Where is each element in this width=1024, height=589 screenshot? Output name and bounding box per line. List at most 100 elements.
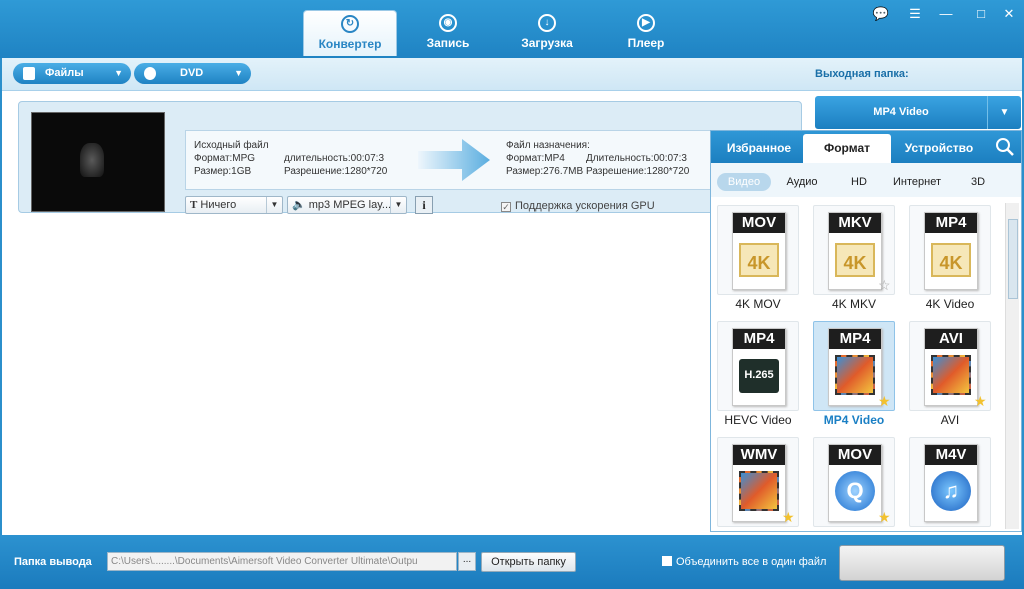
tab-format[interactable]: Формат bbox=[803, 134, 891, 163]
tab-converter[interactable]: ↻ Конвертер bbox=[303, 10, 397, 56]
chevron-down-icon[interactable]: ▼ bbox=[987, 96, 1021, 129]
tab-device[interactable]: Устройство bbox=[895, 134, 983, 163]
file-icon: WMV bbox=[732, 444, 786, 522]
checkbox-icon[interactable] bbox=[662, 556, 672, 566]
checkbox-icon[interactable]: ✓ bbox=[501, 202, 511, 212]
format-name: 4K MKV bbox=[831, 297, 876, 311]
menu-icon[interactable]: ☰ bbox=[906, 6, 924, 22]
play-icon: ▶ bbox=[637, 14, 655, 32]
source-format: Формат:MPG bbox=[194, 153, 256, 164]
file-icon: AVI bbox=[924, 328, 978, 406]
favorite-star-icon[interactable]: ★ bbox=[878, 394, 892, 408]
source-resolution: Разрешение:1280*720 bbox=[284, 166, 388, 177]
format-tile[interactable]: MOV Q ★ bbox=[813, 437, 895, 527]
format-panel: Избранное Формат Устройство Видео Аудио … bbox=[710, 130, 1022, 532]
format-item[interactable]: MOV 4K 4K MOV bbox=[715, 203, 801, 315]
format-item[interactable]: AVI ★ AVI bbox=[907, 319, 993, 431]
close-button[interactable]: ✕ bbox=[1000, 6, 1018, 22]
add-files-button[interactable]: Файлы ▼ bbox=[13, 63, 131, 84]
output-folder-label: Выходная папка: bbox=[815, 68, 909, 80]
dest-size: Размер:276.7MB bbox=[506, 166, 584, 177]
favorite-star-icon[interactable]: ★ bbox=[974, 394, 988, 408]
favorite-star-icon[interactable]: ☆ bbox=[878, 278, 892, 292]
tab-label: Плеер bbox=[627, 36, 665, 50]
format-tile[interactable]: MKV 4K ☆ bbox=[813, 205, 895, 295]
format-tile[interactable]: WMV ★ bbox=[717, 437, 799, 527]
chevron-down-icon[interactable]: ▼ bbox=[390, 197, 406, 213]
favorite-star-icon[interactable]: ★ bbox=[782, 510, 796, 524]
tab-player[interactable]: ▶ Плеер bbox=[606, 10, 686, 56]
scrollbar[interactable] bbox=[1005, 203, 1019, 529]
tab-download[interactable]: ↓ Загрузка bbox=[506, 10, 588, 56]
dest-resolution: Разрешение:1280*720 bbox=[586, 166, 690, 177]
file-icon: MP4 bbox=[828, 328, 882, 406]
hevc-badge-icon: H.265 bbox=[739, 359, 779, 393]
format-tile[interactable]: MP4 H.265 bbox=[717, 321, 799, 411]
merge-checkbox[interactable]: Объединить все в один файл bbox=[662, 556, 826, 568]
film-collage-icon bbox=[739, 471, 779, 511]
format-band: WMV bbox=[733, 445, 785, 465]
subtab-hd[interactable]: HD bbox=[841, 173, 877, 191]
format-item[interactable]: WMV ★ bbox=[715, 435, 801, 529]
video-thumbnail[interactable] bbox=[31, 112, 165, 212]
format-item[interactable]: MP4 H.265 HEVC Video bbox=[715, 319, 801, 431]
subtitle-value: Ничего bbox=[200, 199, 237, 211]
output-format-name: MP4 Video bbox=[873, 106, 929, 118]
load-dvd-label: DVD bbox=[180, 67, 204, 79]
format-tile[interactable]: MOV 4K bbox=[717, 205, 799, 295]
output-path-field[interactable]: C:\Users\........\Documents\Aimersoft Vi… bbox=[107, 552, 457, 571]
format-item[interactable]: MOV Q ★ bbox=[811, 435, 897, 529]
open-folder-button[interactable]: Открыть папку bbox=[481, 552, 576, 572]
tab-label: Конвертер bbox=[318, 37, 382, 51]
subtab-3d[interactable]: 3D bbox=[963, 173, 993, 191]
format-item[interactable]: MP4 ★ MP4 Video bbox=[811, 319, 897, 431]
format-item[interactable]: M4V ♫ bbox=[907, 435, 993, 529]
tab-label: Запись bbox=[426, 36, 470, 50]
text-icon: T bbox=[190, 199, 198, 211]
subtab-internet[interactable]: Интернет bbox=[887, 173, 947, 191]
tab-favorites[interactable]: Избранное bbox=[715, 134, 803, 163]
info-button[interactable]: i bbox=[415, 196, 433, 214]
thumbnail-figure bbox=[80, 143, 104, 177]
format-item[interactable]: MKV 4K ☆ 4K MKV bbox=[811, 203, 897, 315]
add-files-label: Файлы bbox=[45, 67, 84, 79]
add-file-icon bbox=[23, 67, 35, 80]
format-tile[interactable]: MP4 ★ bbox=[813, 321, 895, 411]
app-window: 💬 ☰ — □ ✕ ↻ Конвертер ◉ Запись ↓ Загрузк… bbox=[0, 0, 1024, 589]
tab-label: Загрузка bbox=[521, 36, 573, 50]
file-icon: MP4 H.265 bbox=[732, 328, 786, 406]
chevron-down-icon[interactable]: ▼ bbox=[114, 63, 123, 84]
subtab-audio[interactable]: Аудио bbox=[777, 173, 827, 191]
maximize-button[interactable]: □ bbox=[972, 6, 990, 22]
scrollbar-thumb[interactable] bbox=[1008, 219, 1018, 299]
chevron-down-icon[interactable]: ▼ bbox=[234, 63, 243, 84]
gpu-label: Поддержка ускорения GPU bbox=[515, 200, 655, 212]
format-band: MP4 bbox=[733, 329, 785, 349]
convert-button[interactable] bbox=[839, 545, 1005, 581]
format-tile[interactable]: AVI ★ bbox=[909, 321, 991, 411]
format-tile[interactable]: M4V ♫ bbox=[909, 437, 991, 527]
subtitle-select[interactable]: T Ничего ▼ bbox=[185, 196, 283, 214]
favorite-star-icon[interactable]: ★ bbox=[878, 510, 892, 524]
gpu-acceleration-checkbox[interactable]: ✓ Поддержка ускорения GPU bbox=[501, 200, 655, 212]
film-collage-icon bbox=[931, 355, 971, 395]
dest-duration: Длительность:00:07:3 bbox=[586, 153, 687, 164]
output-format-button[interactable]: MP4 Video ▼ bbox=[815, 96, 1021, 129]
file-icon: MP4 4K bbox=[924, 212, 978, 290]
file-item[interactable]: Исходный файл Формат:MPG длительность:00… bbox=[18, 101, 802, 214]
format-item[interactable]: MP4 4K 4K Video bbox=[907, 203, 993, 315]
browse-button[interactable]: ... bbox=[458, 552, 476, 571]
chevron-down-icon[interactable]: ▼ bbox=[266, 197, 282, 213]
audio-track-select[interactable]: 🔈 mp3 MPEG lay... ▼ bbox=[287, 196, 407, 214]
source-size: Размер:1GB bbox=[194, 166, 252, 177]
load-dvd-button[interactable]: DVD ▼ bbox=[134, 63, 251, 84]
format-band: M4V bbox=[925, 445, 977, 465]
search-icon[interactable] bbox=[995, 137, 1015, 157]
subtab-video[interactable]: Видео bbox=[717, 173, 771, 191]
4k-badge-icon: 4K bbox=[931, 243, 971, 277]
chat-icon[interactable]: 💬 bbox=[872, 6, 890, 22]
format-tile[interactable]: MP4 4K bbox=[909, 205, 991, 295]
minimize-button[interactable]: — bbox=[937, 6, 955, 22]
tab-record[interactable]: ◉ Запись bbox=[408, 10, 488, 56]
format-tabs: Избранное Формат Устройство bbox=[711, 131, 1021, 163]
